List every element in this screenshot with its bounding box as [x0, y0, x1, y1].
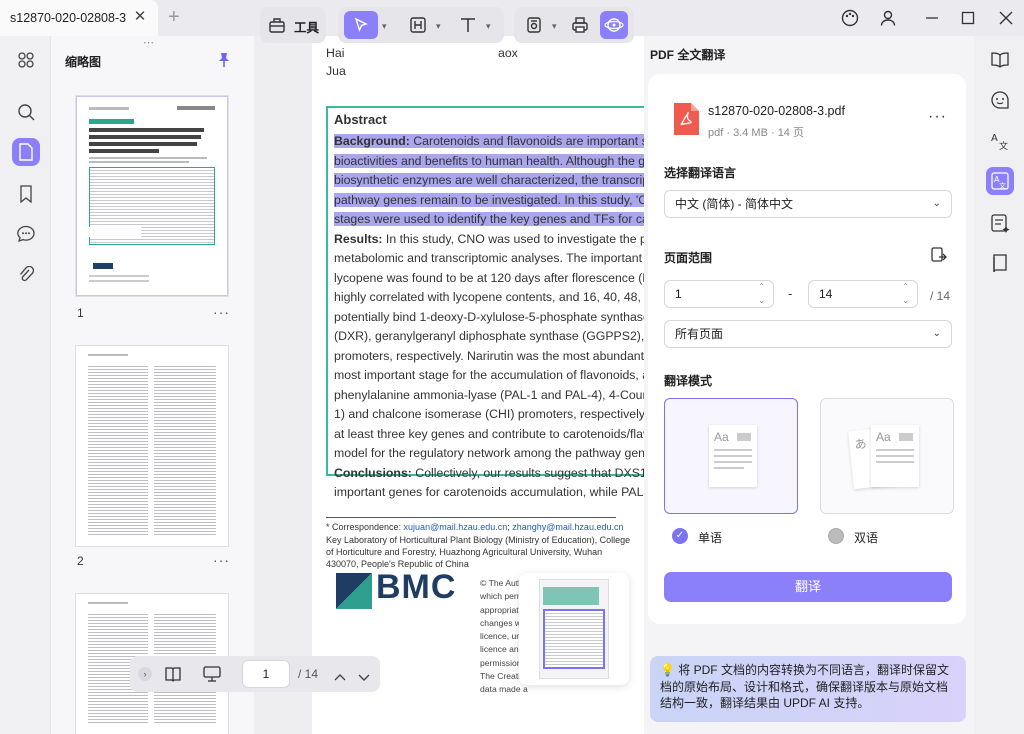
- thumbnails-icon[interactable]: [12, 138, 40, 166]
- range-from-input[interactable]: 1 ⌃ ⌄: [664, 280, 774, 308]
- close-window-icon[interactable]: [996, 8, 1016, 28]
- chevron-down-icon[interactable]: ▾: [486, 21, 491, 32]
- text-tool-button[interactable]: [454, 11, 482, 39]
- mode-monolingual-card[interactable]: Aa: [664, 398, 798, 514]
- presentation-icon[interactable]: [202, 665, 222, 688]
- page-total: / 14: [298, 667, 319, 681]
- thumbnail-more-button[interactable]: ···: [213, 552, 230, 568]
- file-name: s12870-020-02808-3.pdf: [708, 104, 845, 118]
- page-navigation-bar: › 1 / 14: [130, 656, 380, 692]
- read-book-icon[interactable]: [986, 45, 1014, 73]
- svg-text:文: 文: [999, 181, 1006, 190]
- tools-button-label[interactable]: 工具: [294, 17, 319, 36]
- mode-bilingual-label[interactable]: 双语: [854, 529, 878, 546]
- thumbnail-panel: ⋯ 缩略图 1 ··· 2 ···: [50, 36, 254, 734]
- thumbnail-page-2[interactable]: [76, 346, 228, 546]
- theme-palette-icon[interactable]: [840, 8, 860, 28]
- range-from-value: 1: [675, 287, 682, 301]
- language-select-value: 中文 (简体) - 简体中文: [675, 197, 793, 211]
- chevron-down-icon: ⌄: [932, 328, 941, 339]
- chevron-down-icon[interactable]: ▾: [436, 21, 441, 32]
- file-meta: pdf · 3.4 MB · 14 页: [708, 127, 804, 139]
- translate-text-icon[interactable]: A文: [986, 127, 1014, 155]
- svg-text:文: 文: [999, 140, 1008, 151]
- ai-chat-icon[interactable]: [986, 86, 1014, 114]
- attachment-icon[interactable]: [12, 261, 40, 289]
- title-bar: s12870-020-02808-3 ✕ +: [0, 0, 1024, 36]
- left-sidebar: [0, 36, 50, 734]
- pdf-translate-icon[interactable]: A文: [986, 167, 1014, 195]
- pages-select-value: 所有页面: [675, 327, 724, 341]
- radio-checked-icon[interactable]: ✓: [672, 528, 688, 544]
- document-preview-icon: Aa: [709, 425, 757, 487]
- stepper-icon[interactable]: ⌃ ⌄: [758, 280, 765, 308]
- pin-icon[interactable]: [217, 52, 231, 73]
- close-tab-icon[interactable]: ✕: [132, 9, 148, 25]
- stepper-icon[interactable]: ⌃ ⌄: [902, 280, 909, 308]
- chevron-down-icon[interactable]: ▾: [382, 21, 387, 32]
- mode-bilingual-card[interactable]: あ Aa: [820, 398, 954, 514]
- range-to-input[interactable]: 14 ⌃ ⌄: [808, 280, 918, 308]
- panel-resize-handle[interactable]: ⋯: [143, 36, 154, 49]
- maximize-icon[interactable]: [958, 8, 978, 28]
- pages-select[interactable]: 所有页面 ⌄: [664, 320, 952, 348]
- language-label: 选择翻译语言: [664, 166, 737, 180]
- panel-title: PDF 全文翻译: [650, 48, 726, 62]
- mode-single-label[interactable]: 单语: [698, 529, 722, 546]
- account-icon[interactable]: [878, 8, 898, 28]
- bookmark-icon[interactable]: [12, 180, 40, 208]
- translate-button[interactable]: 翻译: [664, 572, 952, 602]
- radio-unchecked-icon[interactable]: [828, 528, 844, 544]
- select-tool-button[interactable]: [344, 11, 378, 39]
- translation-mode-label: 翻译模式: [664, 374, 713, 388]
- summarize-icon[interactable]: [986, 209, 1014, 237]
- document-preview-icon: Aa: [871, 425, 919, 487]
- chevron-down-icon: ⌄: [932, 198, 941, 209]
- minimize-icon[interactable]: [922, 8, 942, 28]
- page-range-label: 页面范围: [664, 251, 713, 265]
- info-tip: 💡 将 PDF 文档的内容转换为不同语言，翻译时保留文档的原始布局、设计和格式，…: [650, 656, 966, 722]
- save-icon[interactable]: [520, 11, 548, 39]
- highlight-tool-button[interactable]: [404, 11, 432, 39]
- svg-text:A: A: [991, 133, 998, 144]
- language-select[interactable]: 中文 (简体) - 简体中文 ⌄: [664, 190, 952, 218]
- page-minimap[interactable]: [519, 573, 629, 685]
- thumbnail-page-number: 1: [77, 306, 84, 320]
- dictionary-icon[interactable]: [986, 249, 1014, 277]
- chevron-up-icon[interactable]: [334, 668, 346, 686]
- more-options-icon[interactable]: ···: [928, 108, 947, 126]
- ai-assistant-icon[interactable]: [600, 11, 628, 39]
- page-number-input[interactable]: 1: [242, 660, 290, 688]
- reading-mode-icon[interactable]: [164, 665, 182, 688]
- document-tab[interactable]: s12870-020-02808-3 ✕: [0, 0, 158, 36]
- comment-icon[interactable]: [12, 220, 40, 248]
- tab-title: s12870-020-02808-3: [10, 11, 127, 25]
- translation-panel: PDF 全文翻译 s12870-020-02808-3.pdf pdf · 3.…: [644, 36, 974, 734]
- chevron-down-icon[interactable]: [358, 669, 370, 687]
- print-icon[interactable]: [566, 11, 594, 39]
- thumbnail-page-number: 2: [77, 554, 84, 568]
- chevron-down-icon[interactable]: ▾: [552, 21, 557, 32]
- right-toolbar: A文 A文: [974, 36, 1024, 734]
- add-tab-icon[interactable]: +: [168, 7, 180, 27]
- thumbnail-more-button[interactable]: ···: [213, 304, 230, 320]
- chevron-right-icon[interactable]: ›: [138, 667, 152, 681]
- translation-card: s12870-020-02808-3.pdf pdf · 3.4 MB · 14…: [648, 74, 966, 624]
- range-to-value: 14: [819, 287, 833, 301]
- apps-grid-icon[interactable]: [12, 46, 40, 74]
- swap-pages-icon[interactable]: [930, 246, 948, 269]
- range-total: / 14: [930, 289, 951, 303]
- search-icon[interactable]: [12, 98, 40, 126]
- pdf-file-icon: [672, 102, 700, 141]
- thumbnail-page-1[interactable]: [76, 96, 228, 296]
- thumbnail-panel-title: 缩略图: [65, 55, 102, 69]
- range-dash: -: [788, 286, 793, 301]
